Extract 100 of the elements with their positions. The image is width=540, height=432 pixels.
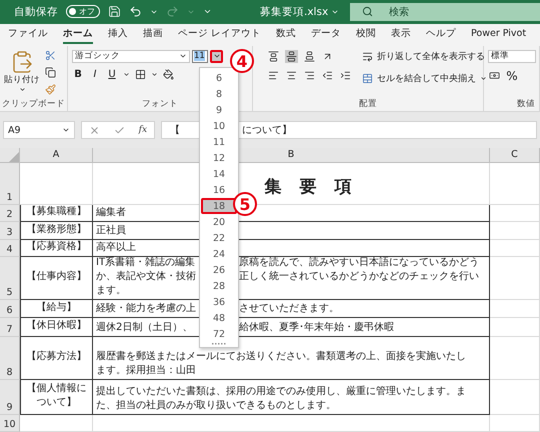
sheet-cell[interactable] bbox=[490, 300, 540, 318]
sheet-cell[interactable] bbox=[93, 414, 490, 432]
caret-icon[interactable] bbox=[480, 74, 487, 82]
ribbon-tab[interactable]: Power Pivot bbox=[471, 26, 526, 44]
cell-text: 【業務形態】 bbox=[26, 222, 88, 237]
cell-text: 【募集職種】 bbox=[26, 205, 88, 220]
font-size-option[interactable]: 24 bbox=[201, 246, 237, 262]
sheet-cell[interactable] bbox=[490, 222, 540, 240]
cell-text: させていただきます。 bbox=[239, 302, 340, 316]
fill-color-icon[interactable] bbox=[163, 68, 174, 80]
copy-icon[interactable] bbox=[45, 66, 56, 78]
font-size-option[interactable]: 20 bbox=[201, 214, 237, 230]
group-label: クリップボード bbox=[2, 98, 65, 112]
caret-icon[interactable] bbox=[123, 70, 130, 78]
cell-text: 【給与】 bbox=[36, 300, 78, 315]
ribbon-tab[interactable]: ヘルプ bbox=[426, 26, 456, 44]
name-box[interactable]: A9 bbox=[3, 121, 75, 140]
cut-icon[interactable] bbox=[45, 50, 56, 61]
row-header[interactable]: 9 bbox=[0, 380, 20, 415]
font-name-field[interactable]: 游ゴシック bbox=[72, 50, 190, 63]
autosave-toggle[interactable]: オフ bbox=[66, 5, 100, 18]
font-size-option[interactable]: 36 bbox=[201, 294, 237, 310]
sheet-cell[interactable] bbox=[490, 414, 540, 432]
cell-text: IT系書籍・雑誌の編集 bbox=[96, 256, 196, 270]
row-header[interactable]: 3 bbox=[0, 222, 20, 240]
bold-button[interactable]: B bbox=[72, 68, 84, 80]
group-label: 配置 bbox=[359, 98, 377, 112]
cell-text: 【応募資格】 bbox=[26, 240, 88, 254]
middle-align-icon[interactable] bbox=[285, 50, 298, 63]
font-size-option[interactable]: 28 bbox=[201, 278, 237, 294]
row-header[interactable]: 10 bbox=[0, 414, 20, 432]
ribbon-tab[interactable]: ホーム bbox=[63, 26, 93, 44]
sheet-cell[interactable] bbox=[490, 256, 540, 300]
column-header[interactable]: A bbox=[20, 148, 93, 163]
sheet-cell[interactable] bbox=[490, 204, 540, 222]
undo-icon[interactable] bbox=[129, 5, 142, 18]
row-header[interactable]: 6 bbox=[0, 300, 20, 318]
font-size-option[interactable]: 48 bbox=[201, 310, 237, 326]
number-format-field[interactable]: 標準 bbox=[488, 50, 536, 63]
borders-icon[interactable] bbox=[135, 68, 146, 80]
underline-button[interactable]: U bbox=[106, 68, 118, 80]
merge-icon bbox=[362, 72, 373, 84]
font-size-option[interactable]: 10 bbox=[201, 118, 237, 134]
row-header[interactable]: 4 bbox=[0, 240, 20, 257]
caret-icon[interactable] bbox=[151, 70, 158, 78]
cell-text: 経験・能力を考慮の上 bbox=[96, 302, 196, 316]
italic-button[interactable]: I bbox=[89, 68, 101, 80]
search-field[interactable]: 検索 bbox=[350, 2, 540, 21]
font-size-option[interactable]: 9 bbox=[201, 102, 237, 118]
font-size-option[interactable]: 6 bbox=[201, 70, 237, 86]
cell-text: た、担当の社員のみが取り扱いできるものとします。 bbox=[96, 400, 336, 411]
merge-center-button[interactable]: セルを結合して中央揃え bbox=[362, 72, 487, 85]
ribbon-tab[interactable]: データ bbox=[311, 26, 342, 44]
column-header[interactable]: C bbox=[490, 148, 540, 163]
ribbon-tab[interactable]: 数式 bbox=[276, 26, 296, 44]
insert-function-button[interactable]: fx bbox=[138, 125, 148, 136]
paste-button[interactable]: 貼り付け bbox=[4, 50, 40, 98]
search-icon bbox=[362, 6, 373, 18]
ribbon-tab[interactable]: ページ レイアウト bbox=[178, 26, 262, 44]
font-size-option[interactable]: 26 bbox=[201, 262, 237, 278]
ribbon-tab[interactable]: 校閲 bbox=[356, 26, 376, 44]
font-size-option[interactable]: 72 bbox=[201, 326, 237, 342]
row-header[interactable]: 8 bbox=[0, 336, 20, 380]
row-header[interactable]: 2 bbox=[0, 204, 20, 222]
sheet-cell[interactable] bbox=[490, 162, 540, 205]
save-icon[interactable] bbox=[108, 5, 121, 18]
ribbon-tab[interactable]: 描画 bbox=[143, 26, 163, 44]
cancel-icon[interactable] bbox=[88, 124, 100, 136]
caret-icon[interactable] bbox=[18, 86, 26, 93]
ribbon-tab[interactable]: 挿入 bbox=[108, 26, 128, 44]
font-size-option[interactable]: 8 bbox=[201, 86, 237, 102]
file-name[interactable]: 募集要項.xlsx bbox=[260, 4, 328, 19]
row-header[interactable]: 1 bbox=[0, 162, 20, 205]
sheet-cell[interactable] bbox=[20, 162, 93, 205]
font-size-option[interactable]: 14 bbox=[201, 166, 237, 182]
sheet-cell[interactable] bbox=[490, 318, 540, 337]
row-header[interactable]: 5 bbox=[0, 256, 20, 300]
font-size-option[interactable]: 18 bbox=[201, 198, 237, 214]
sheet-cell[interactable] bbox=[490, 240, 540, 257]
font-size-option[interactable]: 12 bbox=[201, 150, 237, 166]
cell-text: ます。採用担当：山田 bbox=[96, 364, 196, 376]
cell-text: 原稿を読んで、読みやすい日本語になっているかどう bbox=[239, 256, 480, 270]
percent-button[interactable]: % bbox=[506, 68, 518, 83]
bottom-align-icon[interactable] bbox=[303, 50, 316, 63]
enter-icon[interactable] bbox=[114, 124, 125, 136]
autosave-label: 自動保存 bbox=[14, 4, 58, 19]
sheet-cell[interactable] bbox=[490, 380, 540, 415]
ribbon-tab[interactable]: 表示 bbox=[391, 26, 412, 44]
resize-grip-icon[interactable] bbox=[212, 342, 226, 346]
cell-text: 正社員 bbox=[96, 224, 126, 236]
brush-icon[interactable] bbox=[45, 84, 56, 95]
font-size-option[interactable]: 22 bbox=[201, 230, 237, 246]
wrap-text-button[interactable]: 折り返して全体を表示する bbox=[362, 50, 487, 63]
row-header[interactable]: 7 bbox=[0, 318, 20, 337]
sheet-cell[interactable] bbox=[490, 336, 540, 380]
ribbon-tab[interactable]: ファイル bbox=[8, 26, 48, 44]
sheet-cell[interactable] bbox=[20, 414, 93, 432]
dropdown-button[interactable] bbox=[210, 50, 223, 63]
top-align-icon[interactable] bbox=[267, 50, 280, 63]
font-size-field[interactable]: 11 bbox=[192, 50, 208, 63]
